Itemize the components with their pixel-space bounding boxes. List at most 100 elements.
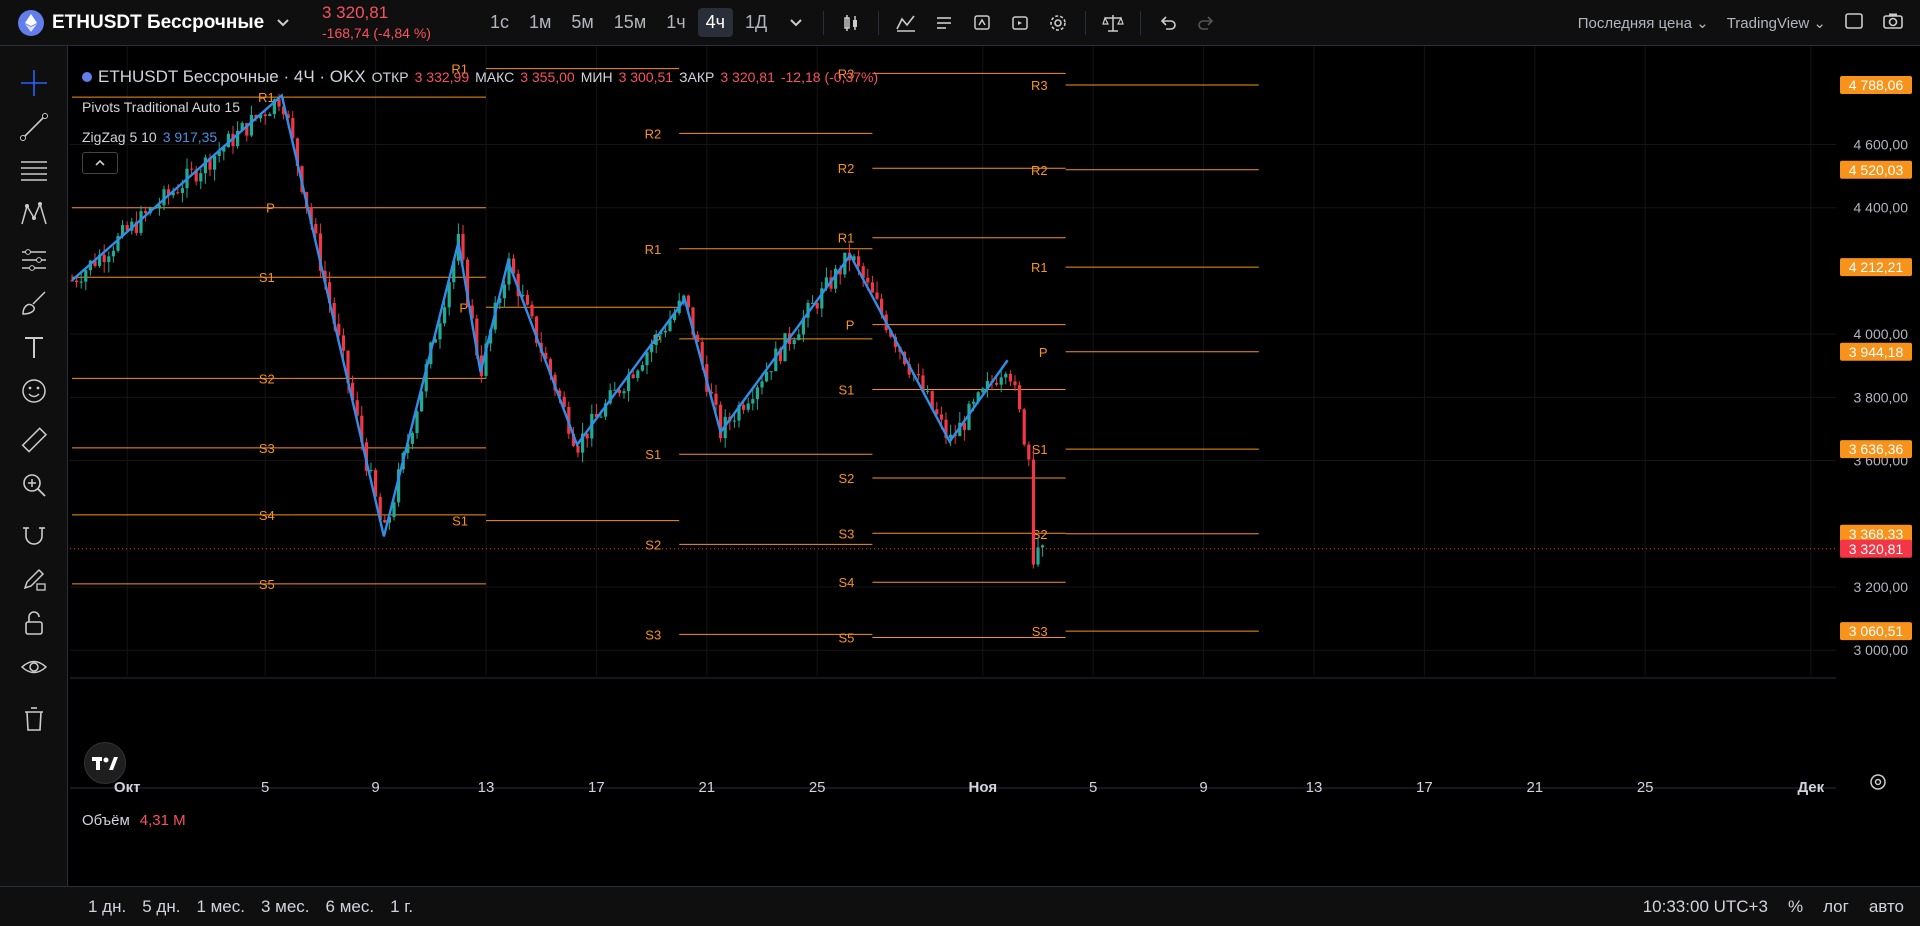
redo-icon[interactable] [1189,6,1223,40]
forecast-icon[interactable] [17,242,51,276]
y-tick-label: 4 600,00 [1854,136,1909,152]
candle-body [1013,381,1017,386]
tf-1d[interactable]: 1Д [737,8,775,37]
fib-retracement-icon[interactable] [17,154,51,188]
y-tick-label: 3 800,00 [1854,389,1909,405]
pivot-label-s1: S1 [645,447,661,462]
price-type-selector[interactable]: Последняя цена ⌄ [1578,14,1709,32]
range-5d[interactable]: 5 дн. [142,897,180,917]
volume-label: Объём [82,812,130,829]
candle-body [1018,385,1022,410]
text-icon[interactable] [17,330,51,364]
price-chart[interactable]: R1PS1S2S3S4S5R1PS1S2S3S4S5R1PS1R2R1PS1S2… [70,46,1836,798]
candle-body [75,280,79,283]
ruler-icon[interactable] [17,424,51,458]
log-toggle[interactable]: лог [1823,897,1849,917]
tf-1m[interactable]: 1м [521,8,559,37]
y-tick-label: 3 200,00 [1854,579,1909,595]
candle-body [765,371,769,382]
pivot-label-r3: R3 [1031,78,1048,93]
tf-1s[interactable]: 1с [482,8,517,37]
pivot-label-p: P [846,318,855,333]
candle-body [144,211,148,214]
x-tick-label: 9 [1199,779,1207,796]
x-tick-label: 17 [588,779,605,796]
clock-time[interactable]: 10:33:00 UTC+3 [1643,897,1768,917]
pivot-label-p: P [1039,345,1048,360]
tf-1h[interactable]: 1ч [658,8,693,37]
percent-toggle[interactable]: % [1788,897,1803,917]
candle-body [751,399,755,404]
candle-body [180,188,184,193]
candle-body [866,277,870,283]
pivot-label-p: P [266,201,275,216]
candle-body [410,433,414,444]
date-ranges: 1 дн. 5 дн. 1 мес. 3 мес. 6 мес. 1 г. [0,897,413,917]
alert-icon[interactable] [965,6,999,40]
trend-line-icon[interactable] [17,110,51,144]
candle-body [746,403,750,410]
candle-body [742,405,746,410]
range-1m[interactable]: 1 мес. [196,897,245,917]
trash-icon[interactable] [17,702,51,736]
magnet-icon[interactable] [17,518,51,552]
range-6m[interactable]: 6 мес. [326,897,375,917]
candle-body [599,416,603,418]
candle-body [769,371,773,373]
compare-scales-icon[interactable] [1096,6,1130,40]
fullscreen-icon[interactable] [1844,12,1864,34]
x-tick-label: 5 [261,779,269,796]
range-1d[interactable]: 1 дн. [88,897,126,917]
candle-body [631,374,635,379]
open-value: 3 332,99 [414,69,470,85]
chart-legend: ETHUSDT Бессрочные · 4Ч · OKX ОТКР 3 332… [82,62,878,152]
crosshair-icon[interactable] [17,66,51,100]
edit-lock-icon[interactable] [17,562,51,596]
timeframe-chevron-icon[interactable] [779,6,813,40]
auto-toggle[interactable]: авто [1869,897,1904,917]
settings-gear-icon[interactable] [1041,6,1075,40]
pattern-icon[interactable] [17,198,51,232]
pivot-label-s4: S4 [838,575,854,590]
pivot-label-s1: S1 [452,514,468,529]
strategies-icon[interactable] [927,6,961,40]
price-axis[interactable]: 4 600,004 400,004 000,003 800,003 600,00… [1836,46,1920,798]
tradingview-logo[interactable] [84,742,126,784]
camera-icon[interactable] [1882,12,1904,34]
range-3m[interactable]: 3 мес. [261,897,310,917]
zigzag-indicator-row[interactable]: ZigZag 5 10 3 917,35 [82,122,878,152]
lock-icon[interactable] [17,606,51,640]
high-label: МАКС [475,69,515,85]
candle-type-icon[interactable] [834,6,868,40]
tf-15m[interactable]: 15м [606,8,654,37]
chevron-down-icon[interactable] [276,15,290,31]
x-tick-label: Дек [1797,779,1824,796]
symbol-selector[interactable]: ETHUSDT Бессрочные [0,9,322,36]
x-tick-label: Ноя [969,779,998,796]
candle-body [461,233,465,260]
x-tick-label: 25 [1637,779,1654,796]
range-1y[interactable]: 1 г. [390,897,413,917]
x-tick-label: 13 [478,779,495,796]
zoom-icon[interactable] [17,468,51,502]
candle-body [755,387,759,400]
candle-body [645,352,649,366]
zigzag-value: 3 917,35 [162,129,218,145]
tf-5m[interactable]: 5м [563,8,601,37]
candle-body [1008,373,1012,382]
layout-selector[interactable]: TradingView ⌄ [1727,14,1826,32]
undo-icon[interactable] [1151,6,1185,40]
emoji-icon[interactable] [17,374,51,408]
candle-body [972,401,976,404]
indicators-icon[interactable] [889,6,923,40]
brush-icon[interactable] [17,286,51,320]
pivots-indicator-row[interactable]: Pivots Traditional Auto 15 [82,92,878,122]
candle-body [760,381,764,388]
price-label-text: 3 944,18 [1849,344,1904,360]
replay-icon[interactable] [1003,6,1037,40]
legend-collapse-button[interactable] [82,152,118,174]
eye-icon[interactable] [17,650,51,684]
tf-4h[interactable]: 4ч [697,8,733,37]
pivot-label-s4: S4 [259,508,275,523]
axis-settings-ring [1870,774,1886,790]
